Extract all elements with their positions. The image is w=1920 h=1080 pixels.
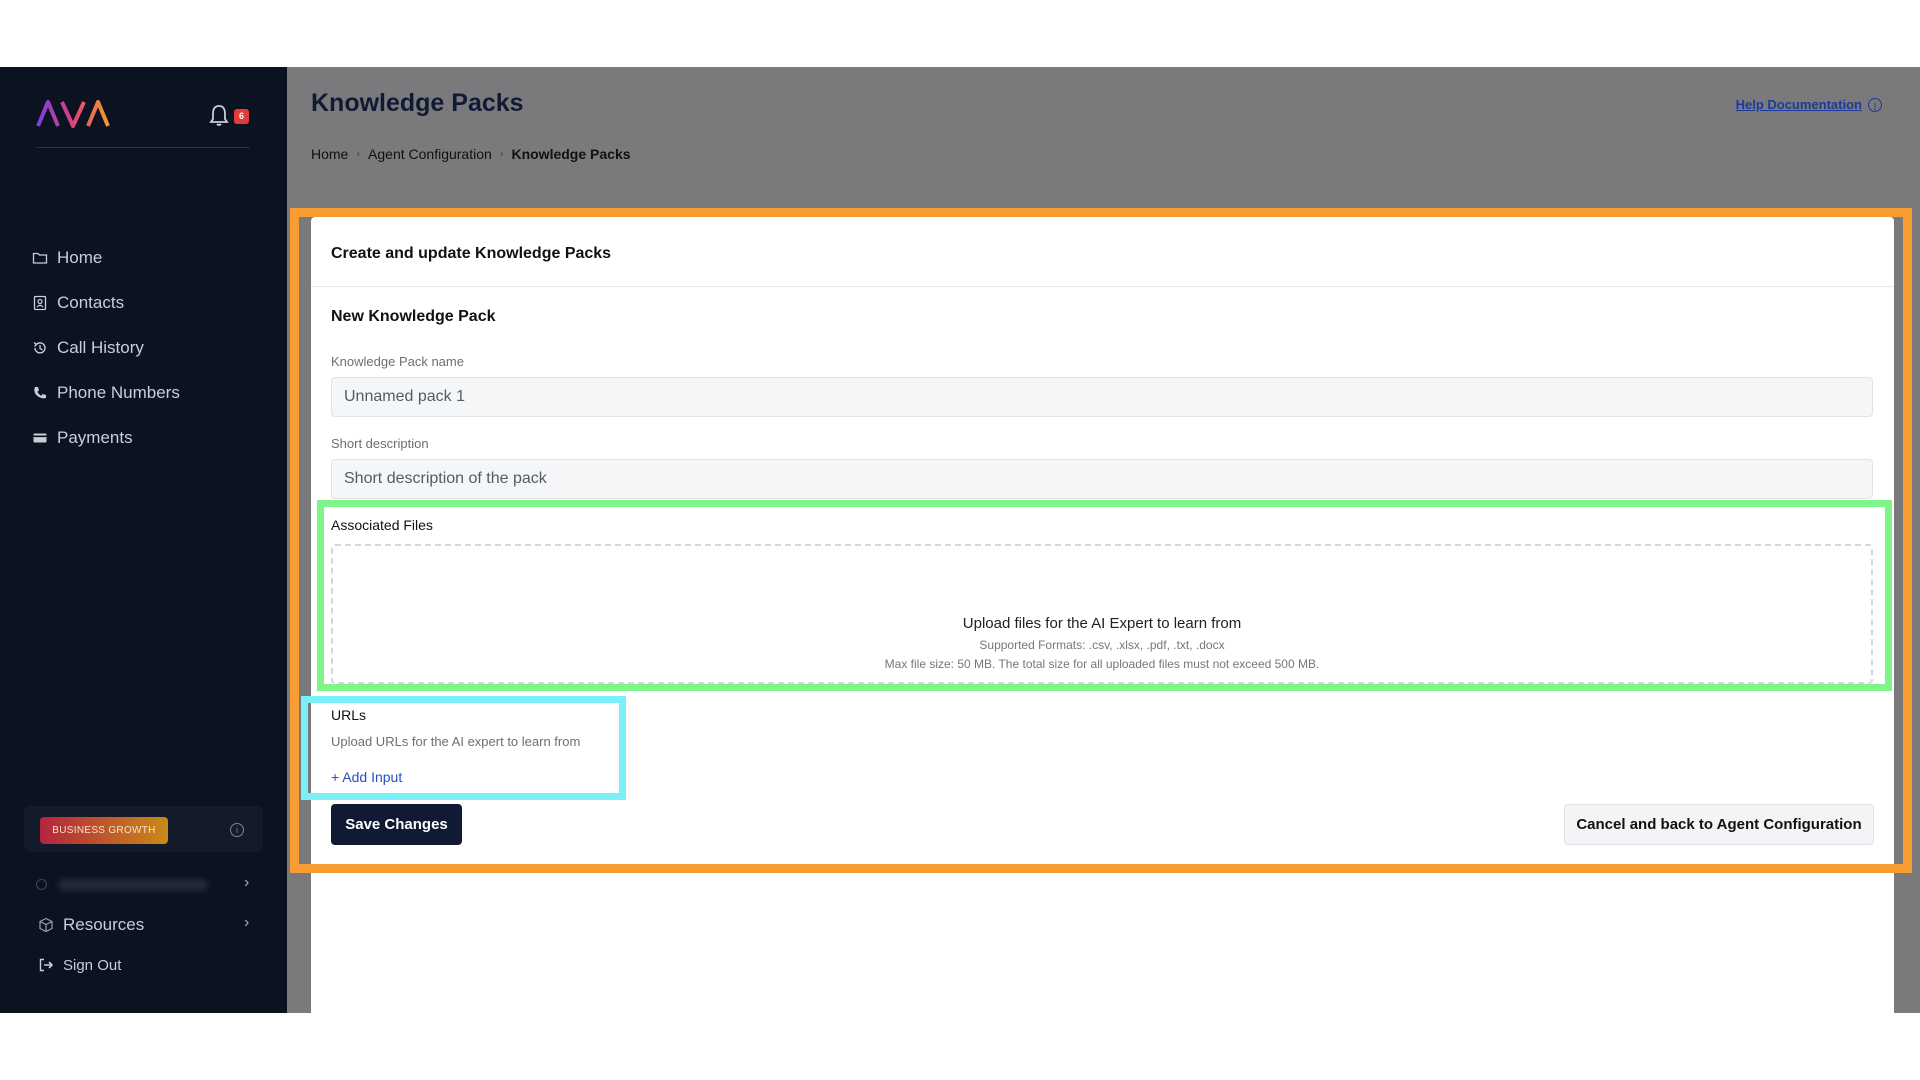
sign-out-icon: [39, 958, 54, 972]
description-textarea[interactable]: Short description of the pack: [331, 459, 1873, 499]
ava-logo[interactable]: [36, 100, 110, 128]
notifications-button[interactable]: 6: [208, 103, 249, 129]
page-title: Knowledge Packs: [311, 89, 524, 117]
notification-badge: 6: [234, 109, 249, 124]
breadcrumb-current: Knowledge Packs: [511, 146, 631, 162]
form-title: New Knowledge Pack: [331, 308, 496, 325]
sign-out-button[interactable]: Sign Out: [38, 952, 121, 978]
folder-icon: [32, 252, 48, 264]
bell-icon: [209, 105, 229, 126]
app-window: 6 Home Contacts Call History Phone Numbe…: [0, 67, 1920, 1017]
plan-badge[interactable]: BUSINESS GROWTH: [40, 817, 168, 844]
add-url-input-button[interactable]: + Add Input: [331, 769, 402, 785]
chevron-right-icon: ›: [499, 148, 504, 160]
card-icon: [33, 433, 47, 443]
cube-icon: [39, 917, 53, 933]
sidebar-item-contacts[interactable]: Contacts: [32, 288, 124, 318]
contacts-icon: [33, 295, 47, 311]
info-icon: i: [1868, 97, 1882, 112]
main-content: Knowledge Packs Help Documentation i Hom…: [287, 67, 1920, 1017]
breadcrumb-home[interactable]: Home: [311, 146, 348, 162]
chevron-right-icon: ›: [244, 914, 250, 931]
dropzone-formats: Supported Formats: .csv, .xlsx, .pdf, .t…: [979, 638, 1225, 652]
urls-label: URLs: [331, 707, 367, 723]
sidebar-item-label: Call History: [57, 338, 144, 357]
sign-out-label: Sign Out: [63, 956, 122, 974]
sidebar-item-home[interactable]: Home: [32, 243, 102, 273]
chevron-right-icon: ›: [244, 874, 250, 891]
dropzone-size-limit: Max file size: 50 MB. The total size for…: [884, 657, 1320, 671]
sidebar-item-resources[interactable]: Resources: [38, 912, 144, 938]
knowledge-pack-card: Create and update Knowledge Packs New Kn…: [311, 217, 1894, 1017]
sidebar-item-label: Resources: [63, 915, 145, 934]
associated-files-label: Associated Files: [331, 517, 433, 533]
urls-help-text: Upload URLs for the AI expert to learn f…: [331, 734, 581, 749]
sidebar: 6 Home Contacts Call History Phone Numbe…: [0, 67, 287, 1013]
card-title: Create and update Knowledge Packs: [331, 245, 612, 262]
sidebar-divider: [36, 147, 250, 148]
help-link-label: Help Documentation: [1735, 97, 1862, 112]
card-header: Create and update Knowledge Packs: [311, 217, 1894, 287]
save-changes-button[interactable]: Save Changes: [331, 804, 462, 845]
breadcrumb-agent-configuration[interactable]: Agent Configuration: [368, 146, 492, 162]
description-label: Short description: [331, 436, 429, 451]
sidebar-item-label: Payments: [57, 428, 133, 447]
chevron-right-icon: ›: [356, 148, 361, 160]
sidebar-item-label: Home: [57, 248, 103, 267]
sidebar-item-label: Phone Numbers: [57, 383, 180, 402]
info-icon[interactable]: i: [230, 823, 244, 837]
file-dropzone[interactable]: Upload files for the AI Expert to learn …: [331, 544, 1873, 684]
history-icon: [33, 341, 46, 354]
account-name-redacted: [58, 879, 208, 891]
dropzone-title: Upload files for the AI Expert to learn …: [962, 615, 1242, 632]
sidebar-item-call-history[interactable]: Call History: [32, 333, 144, 363]
plan-card: BUSINESS GROWTH i: [24, 806, 263, 852]
sidebar-item-phone-numbers[interactable]: Phone Numbers: [32, 378, 180, 408]
help-documentation-link[interactable]: Help Documentation i: [1736, 97, 1882, 112]
breadcrumb: Home › Agent Configuration › Knowledge P…: [311, 146, 631, 162]
name-label: Knowledge Pack name: [331, 354, 464, 369]
cancel-button[interactable]: Cancel and back to Agent Configuration: [1564, 804, 1874, 845]
sidebar-item-payments[interactable]: Payments: [32, 423, 133, 453]
phone-icon: [34, 387, 46, 399]
settings-icon: [36, 879, 47, 890]
pack-name-input[interactable]: Unnamed pack 1: [331, 377, 1873, 417]
sidebar-item-label: Contacts: [57, 293, 125, 312]
account-switcher[interactable]: ›: [36, 873, 256, 897]
